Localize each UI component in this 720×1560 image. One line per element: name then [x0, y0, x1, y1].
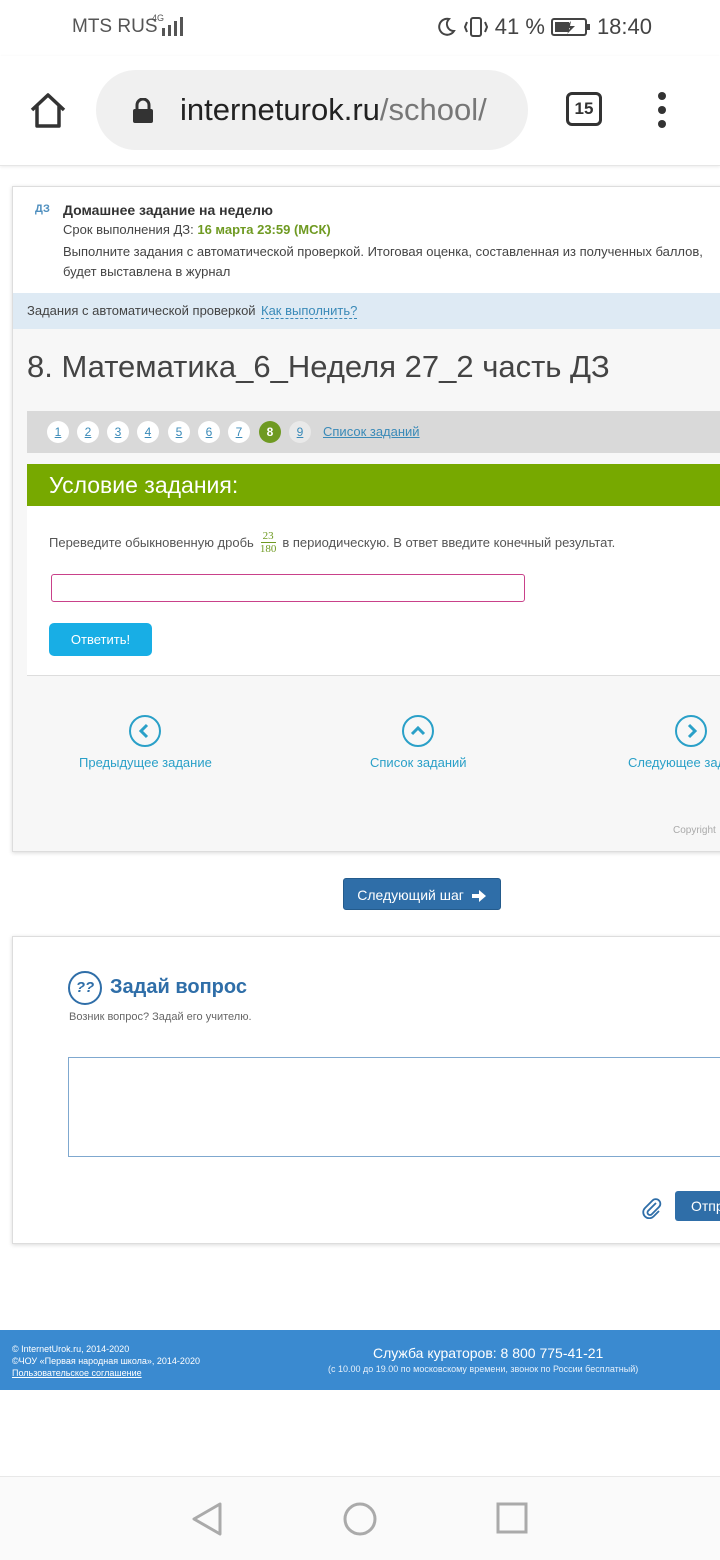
home-circle-icon[interactable]: [342, 1501, 378, 1537]
pager-item-1[interactable]: 1: [47, 421, 69, 443]
next-task-link[interactable]: Следующее задание: [628, 715, 720, 770]
question-text: Переведите обыкновенную дробь 23 180 в п…: [49, 530, 615, 555]
homework-description: Выполните задания с автоматической прове…: [63, 244, 703, 279]
task-list-link[interactable]: Список заданий: [323, 424, 420, 439]
homework-info: ДЗ Домашнее задание на неделю Срок выпол…: [13, 187, 720, 293]
homework-tag: ДЗ: [35, 203, 50, 215]
footer-line-2: ©ЧОУ «Первая народная школа», 2014-2020: [12, 1356, 200, 1366]
deadline-value: 16 марта 23:59 (МСК): [197, 222, 331, 237]
ask-question-card: ?? Задай вопрос Возник вопрос? Задай его…: [12, 936, 720, 1244]
address-bar[interactable]: interneturok.ru/school/: [96, 70, 528, 150]
prev-task-link[interactable]: Предыдущее задание: [79, 715, 212, 770]
footer-line-1: © InternetUrok.ru, 2014-2020: [12, 1344, 130, 1354]
footer-copyright: © InternetUrok.ru, 2014-2020 ©ЧОУ «Перва…: [12, 1343, 200, 1379]
status-right: 41 % 18:40: [435, 14, 652, 40]
url-text: interneturok.ru/school/: [180, 92, 487, 128]
task-list-nav-label: Список заданий: [370, 755, 467, 770]
task-pager: 1 2 3 4 5 6 7 8 9 Список заданий: [27, 411, 720, 453]
tab-switcher-button[interactable]: 15: [566, 92, 602, 126]
chevron-left-icon: [129, 715, 162, 747]
how-to-link[interactable]: Как выполнить?: [261, 303, 358, 319]
copyright-text: Copyright: [673, 825, 716, 836]
homework-deadline: Срок выполнения ДЗ: 16 марта 23:59 (МСК): [63, 222, 331, 237]
condition-title: Условие задания:: [49, 472, 239, 498]
pager-item-2[interactable]: 2: [77, 421, 99, 443]
browser-toolbar: interneturok.ru/school/ 15: [0, 56, 720, 166]
pager-item-6[interactable]: 6: [198, 421, 220, 443]
task-card: ДЗ Домашнее задание на неделю Срок выпол…: [12, 186, 720, 852]
fraction: 23 180: [260, 530, 277, 555]
question-before: Переведите обыкновенную дробь: [49, 535, 254, 550]
page-title: 8. Математика_6_Неделя 27_2 часть ДЗ: [27, 349, 610, 384]
battery-icon: [550, 18, 590, 36]
battery-percent: 41 %: [494, 14, 545, 39]
task-navigation: Предыдущее задание Список заданий Следую…: [13, 715, 720, 775]
url-path: /school/: [379, 92, 487, 127]
chevron-up-icon: [402, 715, 435, 747]
send-question-button[interactable]: Отправить: [675, 1191, 720, 1221]
clock: 18:40: [596, 14, 652, 39]
prev-task-label: Предыдущее задание: [79, 755, 212, 770]
pager-item-4[interactable]: 4: [137, 421, 159, 443]
lock-icon: [133, 98, 153, 123]
pager-item-9[interactable]: 9: [289, 421, 311, 443]
url-domain: interneturok.ru: [180, 92, 380, 127]
pager-item-7[interactable]: 7: [228, 421, 250, 443]
next-task-label: Следующее задание: [628, 755, 720, 770]
question-textarea[interactable]: [68, 1057, 720, 1157]
fraction-denominator: 180: [259, 543, 277, 555]
question-icon: ??: [68, 971, 102, 1005]
paperclip-icon[interactable]: [641, 1197, 663, 1219]
moon-icon: [437, 17, 456, 36]
pager-item-3[interactable]: 3: [107, 421, 129, 443]
signal-icon: [162, 17, 183, 36]
ask-subtitle: Возник вопрос? Задай его учителю.: [69, 1011, 252, 1023]
deadline-label: Срок выполнения ДЗ:: [63, 222, 198, 237]
condition-header: Условие задания:: [27, 464, 720, 506]
site-footer: © InternetUrok.ru, 2014-2020 ©ЧОУ «Перва…: [0, 1330, 720, 1390]
system-navigation-bar: [0, 1476, 720, 1560]
curator-service: Служба кураторов: 8 800 775-41-21: [373, 1345, 604, 1361]
pager-item-5[interactable]: 5: [168, 421, 190, 443]
next-step-button[interactable]: Следующий шаг: [343, 878, 501, 910]
arrow-right-icon: [471, 890, 486, 903]
status-bar: MTS RUS 4G 41 % 18:40: [0, 0, 720, 56]
answer-button[interactable]: Ответить!: [49, 623, 152, 656]
question-after: в периодическую. В ответ введите конечны…: [282, 535, 616, 550]
next-step-label: Следующий шаг: [357, 887, 464, 903]
auto-check-bar: Задания с автоматической проверкой Как в…: [13, 293, 720, 329]
task-list-nav-link[interactable]: Список заданий: [370, 715, 467, 770]
fraction-numerator: 23: [260, 530, 276, 543]
recents-icon[interactable]: [496, 1502, 528, 1534]
answer-input[interactable]: [51, 574, 525, 602]
auto-check-label: Задания с автоматической проверкой: [27, 303, 256, 318]
homework-title: Домашнее задание на неделю: [63, 202, 273, 218]
chevron-right-icon: [675, 715, 708, 747]
back-icon[interactable]: [190, 1501, 224, 1537]
agreement-link[interactable]: Пользовательское соглашение: [12, 1368, 142, 1378]
more-menu-icon[interactable]: [658, 92, 668, 134]
carrier-name: MTS RUS: [72, 16, 158, 37]
curator-hours: (с 10.00 до 19.00 по московскому времени…: [328, 1364, 639, 1374]
home-icon[interactable]: [28, 90, 68, 130]
condition-body: Переведите обыкновенную дробь 23 180 в п…: [27, 506, 720, 676]
vibrate-icon: [463, 17, 488, 37]
ask-title: Задай вопрос: [110, 976, 247, 998]
pager-item-8-active[interactable]: 8: [259, 421, 281, 443]
